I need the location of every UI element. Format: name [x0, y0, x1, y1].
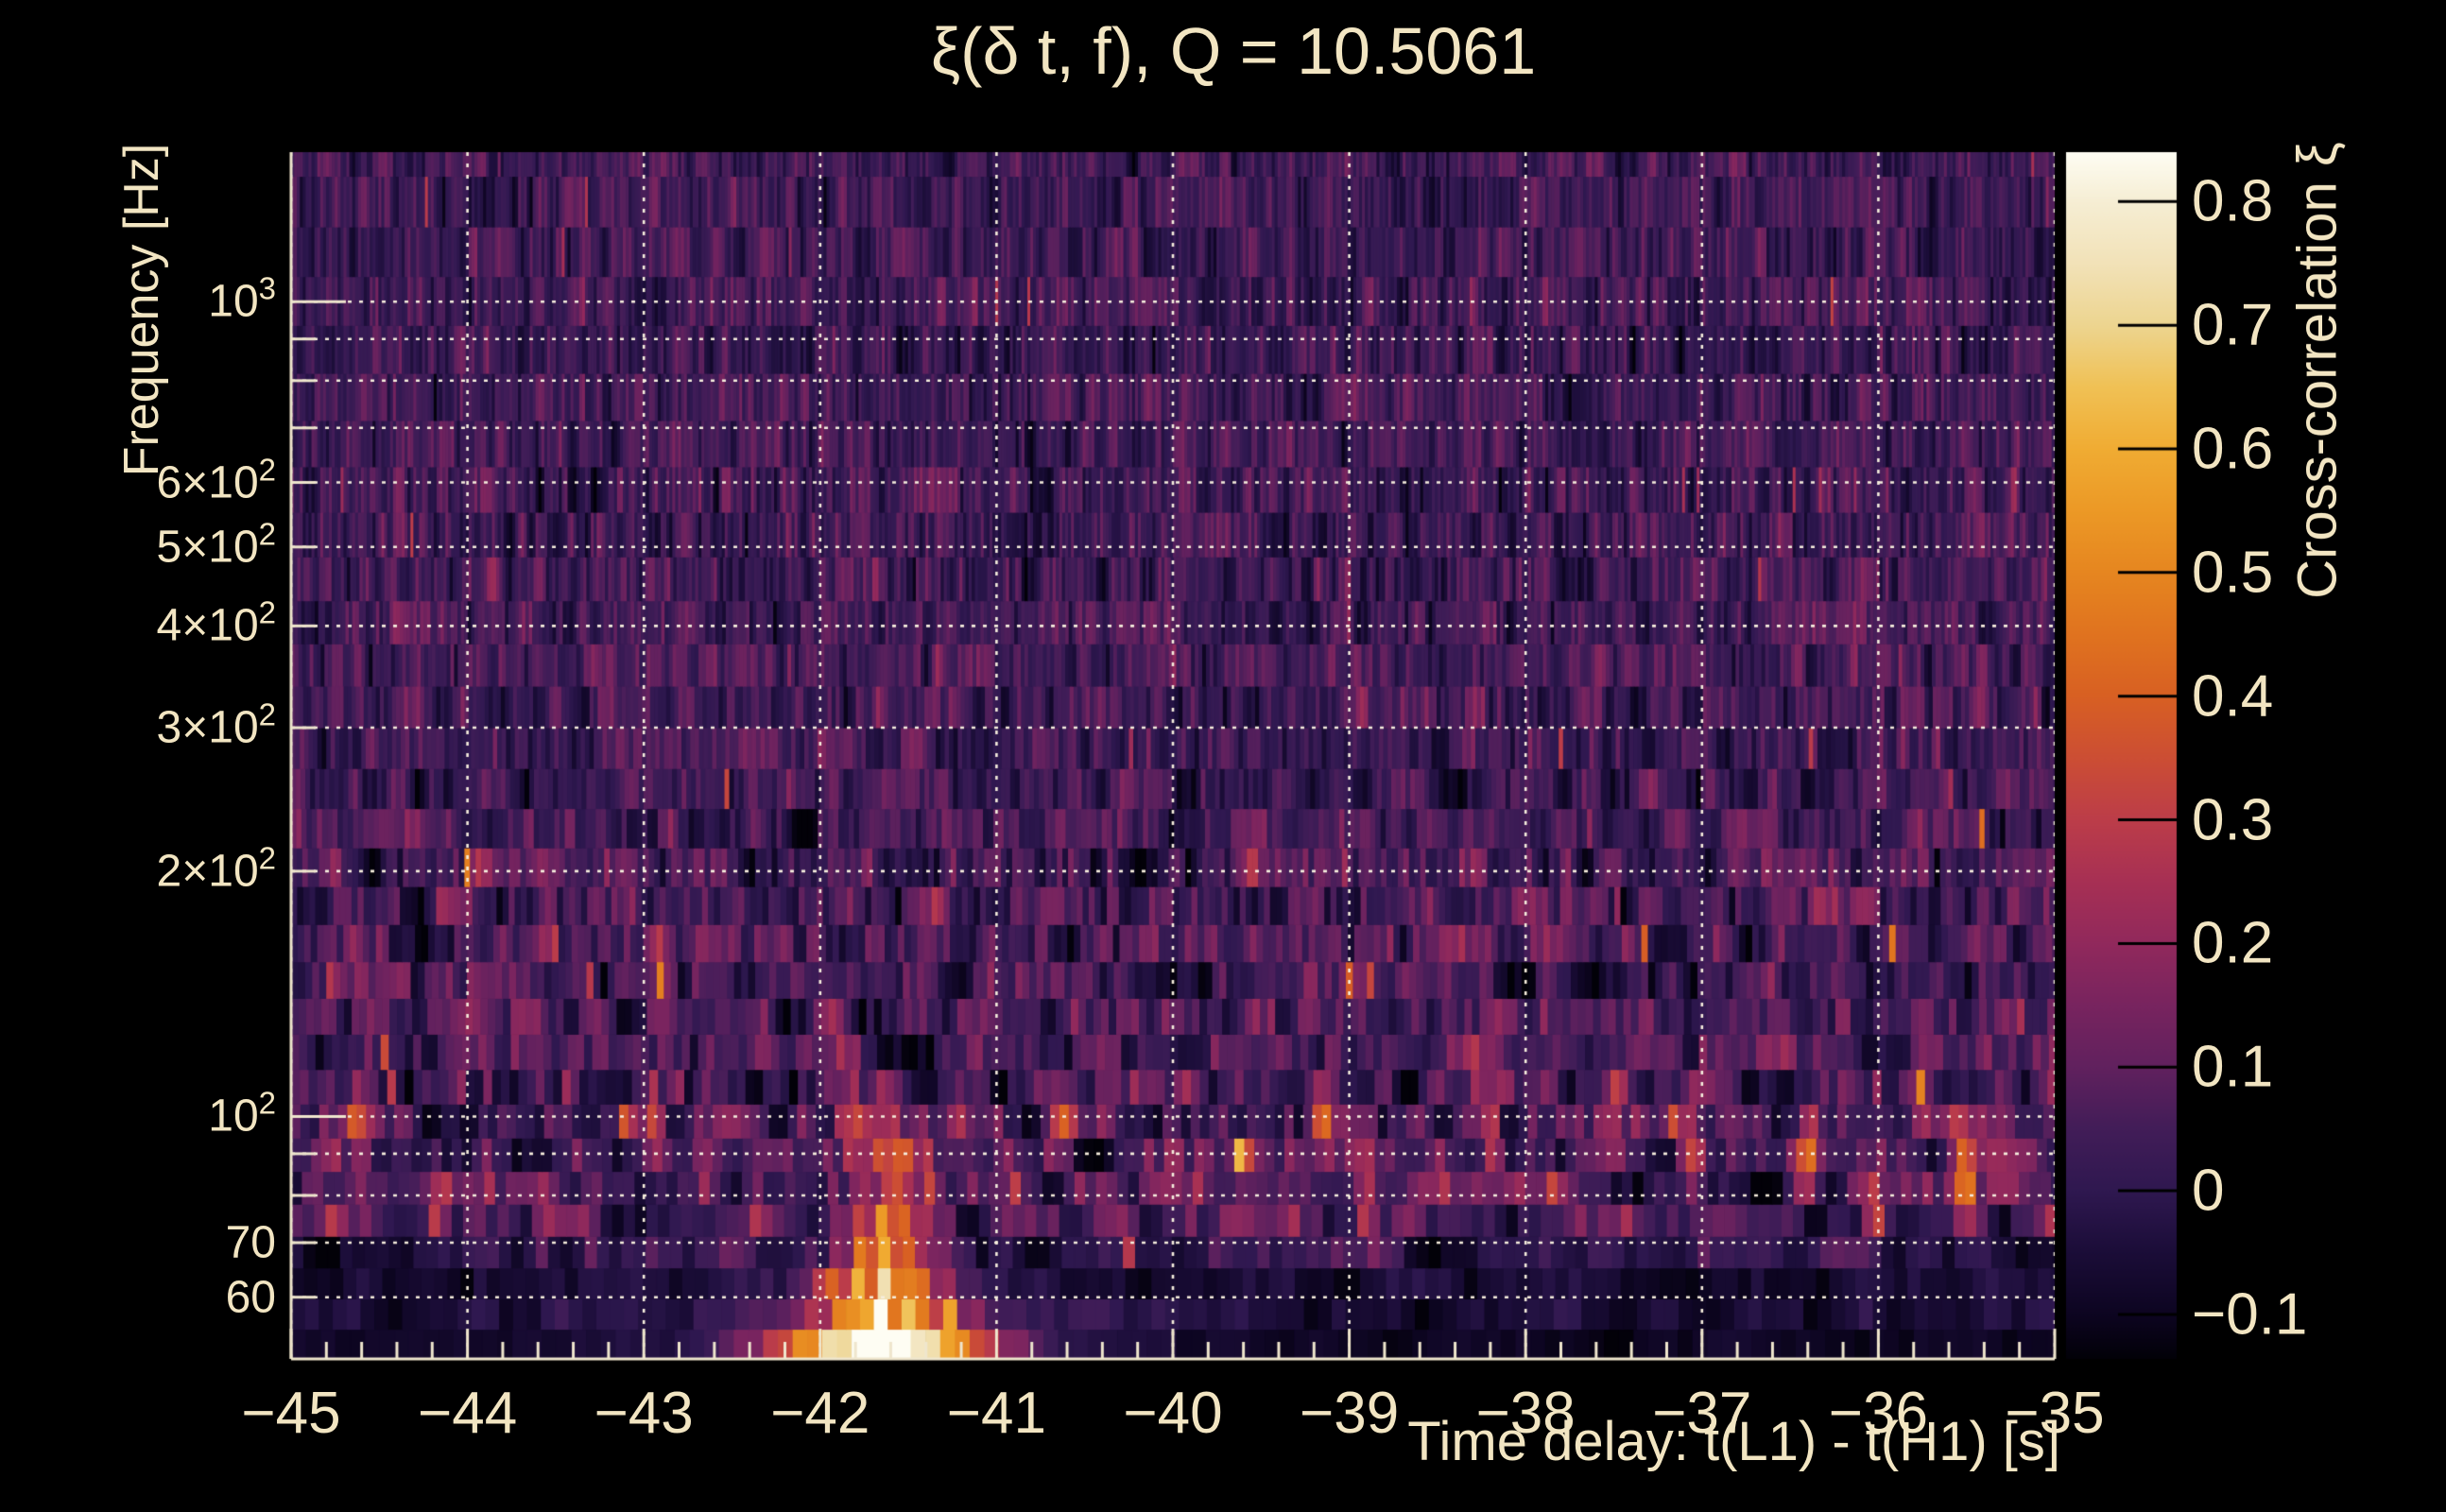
colorbar-tick-label: 0.5 [2192, 539, 2273, 606]
y-tick-exponent: 3 [259, 271, 276, 306]
colorbar-tick-label: 0.1 [2192, 1034, 2273, 1101]
x-tick-label: −38 [1476, 1380, 1576, 1447]
colorbar-tick-label: 0.2 [2192, 910, 2273, 977]
y-tick-mantissa: 4×10 [157, 601, 259, 651]
x-tick-label: −42 [770, 1380, 870, 1447]
x-tick-label: −41 [947, 1380, 1046, 1447]
y-tick-label: 3×102 [157, 702, 276, 754]
x-tick-label: −44 [418, 1380, 517, 1447]
y-tick-mantissa: 70 [226, 1217, 276, 1267]
colorbar-title: Cross-correlation ξ [2286, 142, 2350, 599]
y-tick-exponent: 2 [259, 840, 276, 875]
x-tick-label: −45 [241, 1380, 340, 1447]
y-tick-mantissa: 10 [208, 277, 258, 327]
y-tick-mantissa: 3×10 [157, 703, 259, 753]
y-axis-title: Frequency [Hz] [113, 144, 170, 477]
colorbar-tick-label: 0 [2192, 1158, 2224, 1225]
plot-title: ξ(δ t, f), Q = 10.5061 [931, 13, 1536, 89]
colorbar-tick-label: −0.1 [2192, 1280, 2307, 1348]
y-tick-label: 102 [208, 1091, 276, 1143]
x-tick-label: −35 [2005, 1380, 2104, 1447]
y-tick-label: 60 [226, 1271, 276, 1323]
colorbar-tick-label: 0.3 [2192, 786, 2273, 853]
y-tick-exponent: 2 [259, 595, 276, 630]
y-tick-mantissa: 5×10 [157, 522, 259, 572]
y-tick-label: 4×102 [157, 600, 276, 652]
y-tick-label: 5×102 [157, 521, 276, 573]
colorbar-tick-label: 0.6 [2192, 416, 2273, 483]
y-tick-label: 70 [226, 1216, 276, 1268]
y-tick-exponent: 2 [259, 697, 276, 732]
x-tick-label: −39 [1300, 1380, 1399, 1447]
y-tick-label: 103 [208, 276, 276, 328]
y-tick-label: 2×102 [157, 845, 276, 897]
x-tick-label: −36 [1829, 1380, 1928, 1447]
y-tick-mantissa: 2×10 [157, 846, 259, 896]
y-tick-mantissa: 10 [208, 1091, 258, 1142]
y-tick-mantissa: 60 [226, 1272, 276, 1322]
y-tick-mantissa: 6×10 [157, 457, 259, 507]
cross-correlation-spectrogram: ξ(δ t, f), Q = 10.5061 Frequency [Hz] Ti… [0, 0, 2446, 1512]
y-tick-exponent: 2 [259, 452, 276, 487]
colorbar-tick-label: 0.7 [2192, 292, 2273, 359]
y-tick-label: 6×102 [157, 456, 276, 508]
y-tick-exponent: 2 [259, 516, 276, 551]
x-tick-label: −37 [1652, 1380, 1751, 1447]
colorbar-tick-label: 0.8 [2192, 168, 2273, 235]
x-tick-label: −40 [1123, 1380, 1222, 1447]
colorbar-tick-label: 0.4 [2192, 662, 2273, 730]
x-tick-label: −43 [594, 1380, 694, 1447]
y-tick-exponent: 2 [259, 1086, 276, 1121]
heatmap-canvas [0, 0, 2446, 1512]
